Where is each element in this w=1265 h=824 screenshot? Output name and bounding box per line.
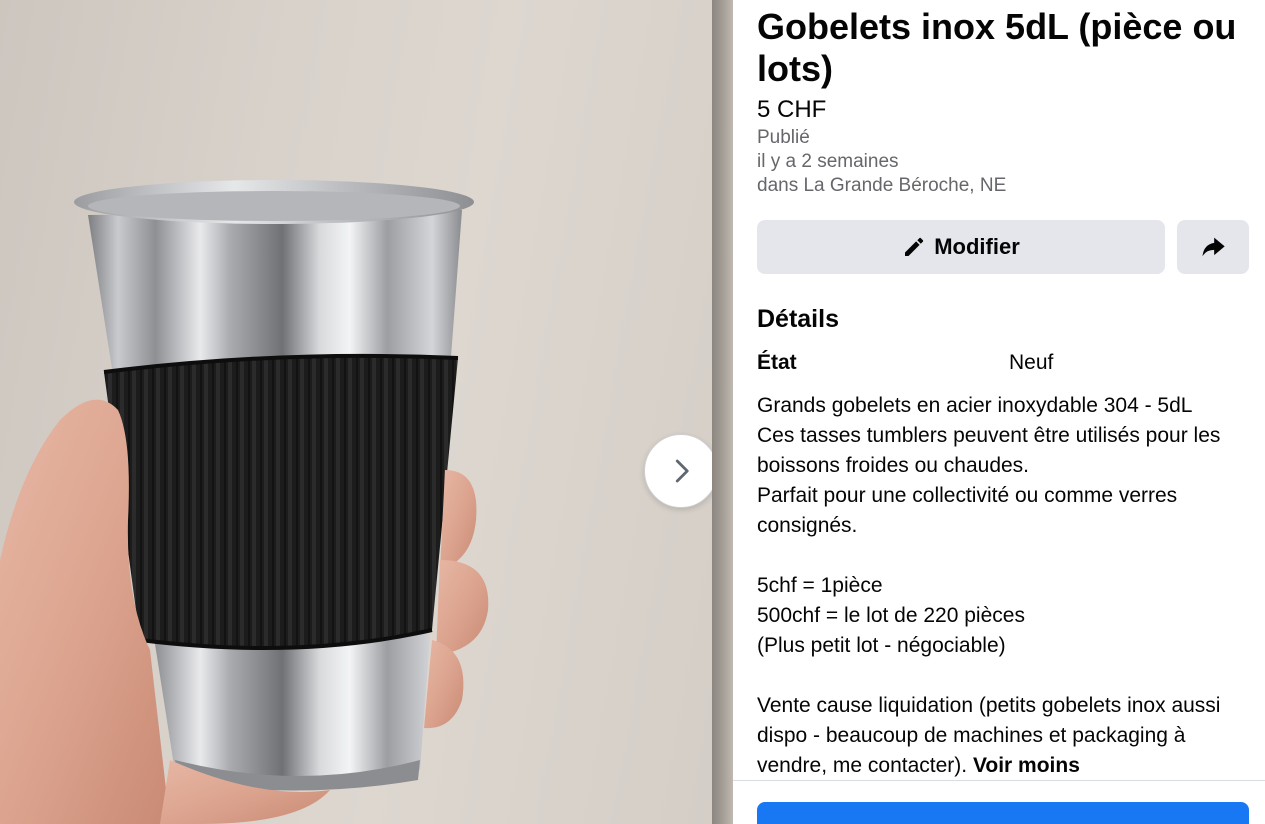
condition-row: État Neuf: [757, 348, 1257, 378]
description-line: Ces tasses tumblers peuvent être utilisé…: [757, 424, 1221, 477]
edit-listing-button[interactable]: Modifier: [757, 220, 1165, 274]
condition-label: État: [757, 351, 797, 374]
description-line: 500chf = le lot de 220 pièces: [757, 604, 1025, 627]
edit-listing-label: Modifier: [934, 234, 1020, 259]
description-line: (Plus petit lot - négociable): [757, 634, 1006, 657]
description-line: [757, 661, 1251, 691]
listing-description: Grands gobelets en acier inoxydable 304 …: [757, 391, 1251, 780]
description-line: [757, 541, 1251, 571]
viewer-divider: [712, 0, 733, 824]
listing-photo: [0, 180, 489, 824]
published-location[interactable]: dans La Grande Béroche, NE: [757, 174, 1257, 198]
description-line: 5chf = 1pièce: [757, 574, 883, 597]
primary-action-button[interactable]: [757, 802, 1249, 824]
listing-details-scroll[interactable]: Gobelets inox 5dL (pièce ou lots) 5 CHF …: [757, 0, 1257, 780]
listing-actions: Modifier: [757, 220, 1257, 274]
listing-photo-viewer: [0, 0, 712, 824]
pencil-icon: [905, 237, 924, 256]
see-less-link[interactable]: Voir moins: [973, 754, 1080, 777]
listing-price: 5 CHF: [757, 96, 827, 123]
published-label: Publié: [757, 127, 810, 148]
description-line: Parfait pour une collectivité ou comme v…: [757, 484, 1178, 537]
panel-footer-divider: [733, 780, 1265, 781]
description-last-line: Vente cause liquidation (petits gobelets…: [757, 691, 1251, 780]
published-time: il y a 2 semaines: [757, 151, 899, 172]
chevron-right-icon: [675, 459, 689, 483]
share-arrow-icon: [1202, 237, 1225, 257]
details-section: Détails État Neuf Grands gobelets en aci…: [757, 302, 1257, 780]
next-photo-button[interactable]: [644, 434, 712, 508]
listing-details-panel: Gobelets inox 5dL (pièce ou lots) 5 CHF …: [733, 0, 1265, 824]
share-button[interactable]: [1177, 220, 1249, 274]
description-line: Grands gobelets en acier inoxydable 304 …: [757, 394, 1193, 417]
condition-value: Neuf: [1009, 351, 1054, 374]
listing-title: Gobelets inox 5dL (pièce ou lots): [757, 6, 1237, 89]
details-heading: Détails: [757, 305, 839, 333]
